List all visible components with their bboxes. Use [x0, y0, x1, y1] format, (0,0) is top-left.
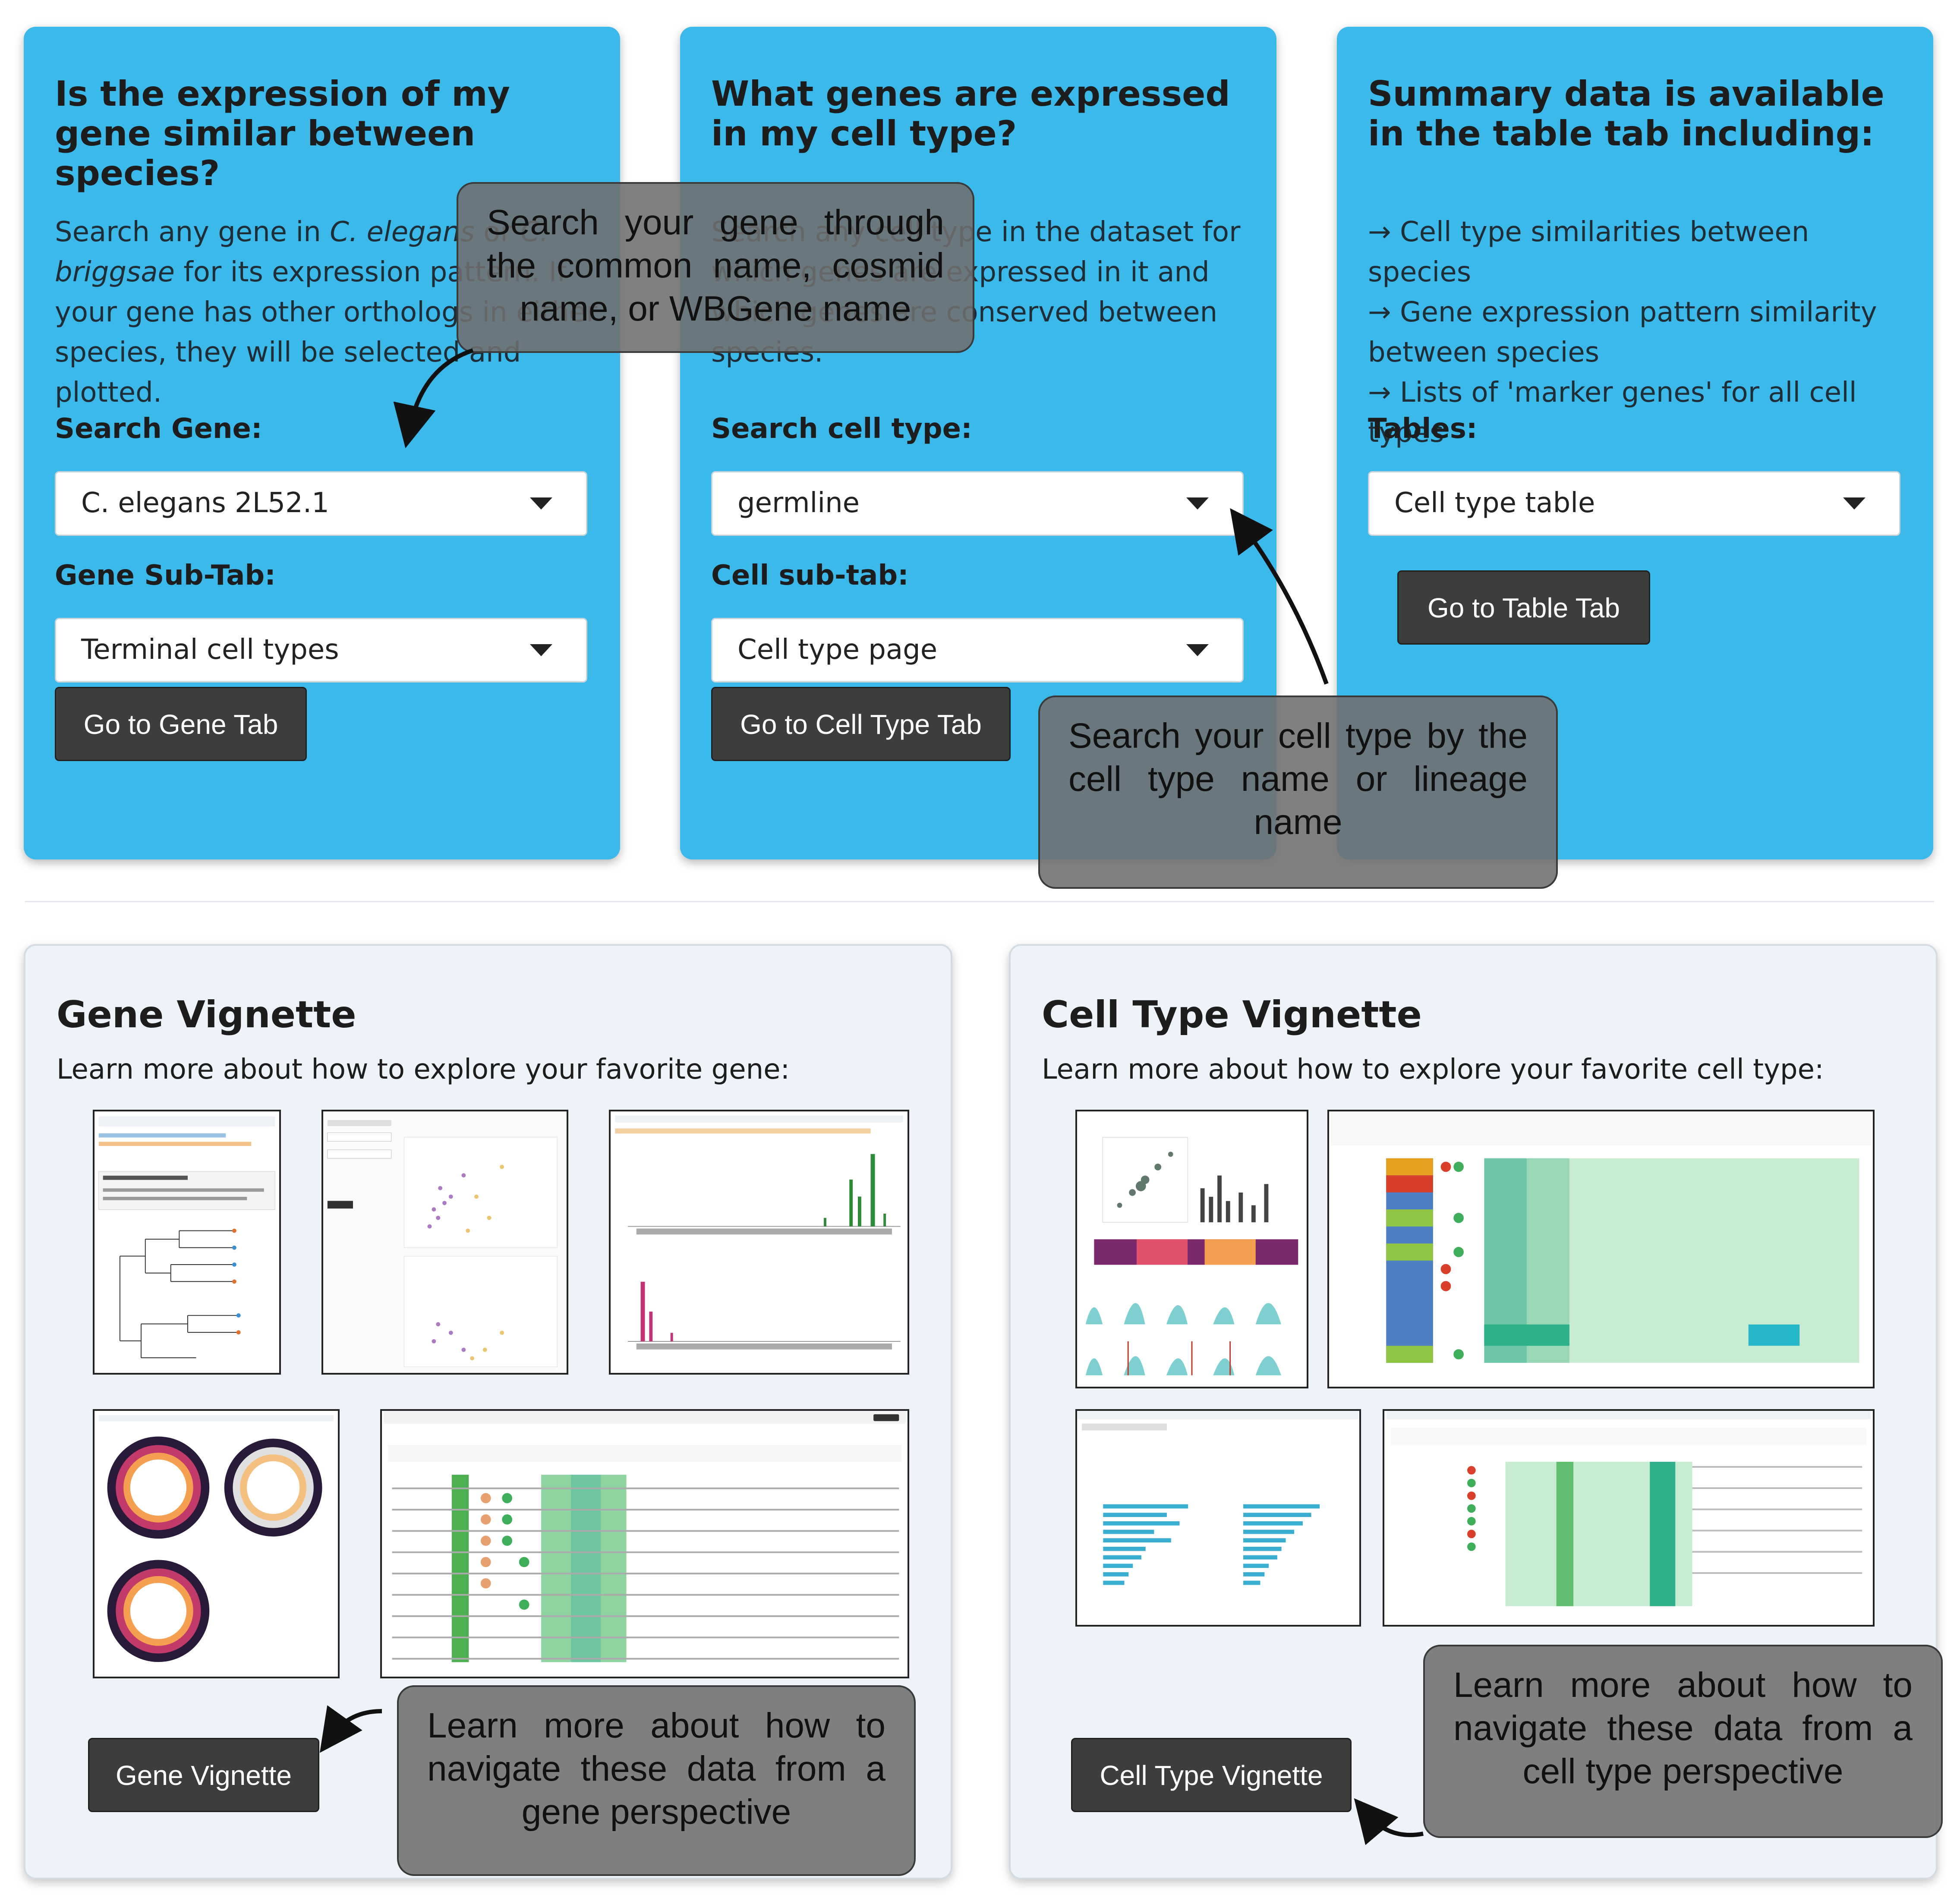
curved-arrow-icon: [319, 348, 1424, 1845]
